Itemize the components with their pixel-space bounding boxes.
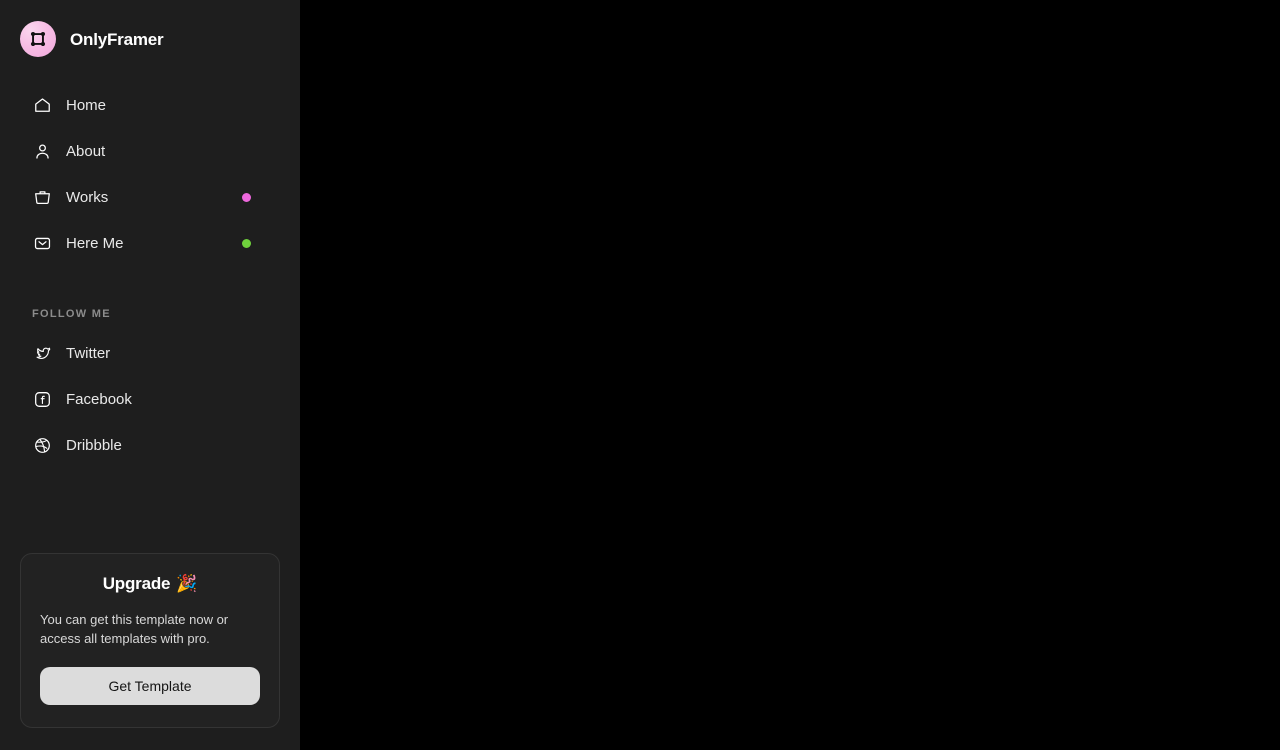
sidebar-item-facebook[interactable]: Facebook (0, 376, 300, 422)
primary-nav: Home About Works Here Me (0, 82, 300, 266)
sidebar-item-here-me[interactable]: Here Me (0, 220, 300, 266)
upgrade-card-description: You can get this template now or access … (40, 612, 229, 646)
main-content-area (300, 0, 1280, 750)
party-popper-icon: 🎉 (176, 574, 198, 593)
framer-frame-icon (20, 21, 56, 57)
status-dot-green (242, 238, 251, 248)
sidebar-item-dribbble[interactable]: Dribbble (0, 422, 300, 468)
user-icon (32, 141, 52, 161)
sidebar-item-label: Facebook (66, 390, 132, 408)
sidebar-item-twitter[interactable]: Twitter (0, 330, 300, 376)
brand-title: OnlyFramer (70, 29, 164, 49)
home-icon (32, 95, 52, 115)
dribbble-icon (32, 435, 52, 455)
follow-me-section-label: FOLLOW ME (32, 308, 111, 320)
mail-icon (32, 233, 52, 253)
sidebar-item-label: Here Me (66, 234, 124, 252)
sidebar-item-works[interactable]: Works (0, 174, 300, 220)
sidebar: OnlyFramer Home About Works Here Me FOLL… (0, 0, 300, 750)
sidebar-item-label: About (66, 142, 106, 160)
sidebar-item-home[interactable]: Home (0, 82, 300, 128)
sidebar-item-label: Dribbble (66, 436, 122, 454)
twitter-icon (32, 343, 52, 363)
brand[interactable]: OnlyFramer (0, 0, 300, 58)
upgrade-card-title: Upgrade 🎉 (40, 574, 260, 594)
social-links: Twitter Facebook Dribbble (0, 330, 300, 468)
get-template-button[interactable]: Get Template (40, 667, 260, 705)
upgrade-card-title-text: Upgrade (102, 574, 171, 593)
sidebar-item-about[interactable]: About (0, 128, 300, 174)
sidebar-item-label: Works (66, 188, 109, 206)
upgrade-card: Upgrade 🎉 You can get this template now o… (20, 553, 280, 728)
app-root: OnlyFramer Home About Works Here Me FOLL… (0, 0, 1280, 750)
sidebar-item-label: Home (66, 96, 107, 114)
sidebar-item-label: Twitter (66, 344, 111, 362)
facebook-icon (32, 389, 52, 409)
status-dot-pink (242, 192, 251, 202)
briefcase-icon (32, 187, 52, 207)
